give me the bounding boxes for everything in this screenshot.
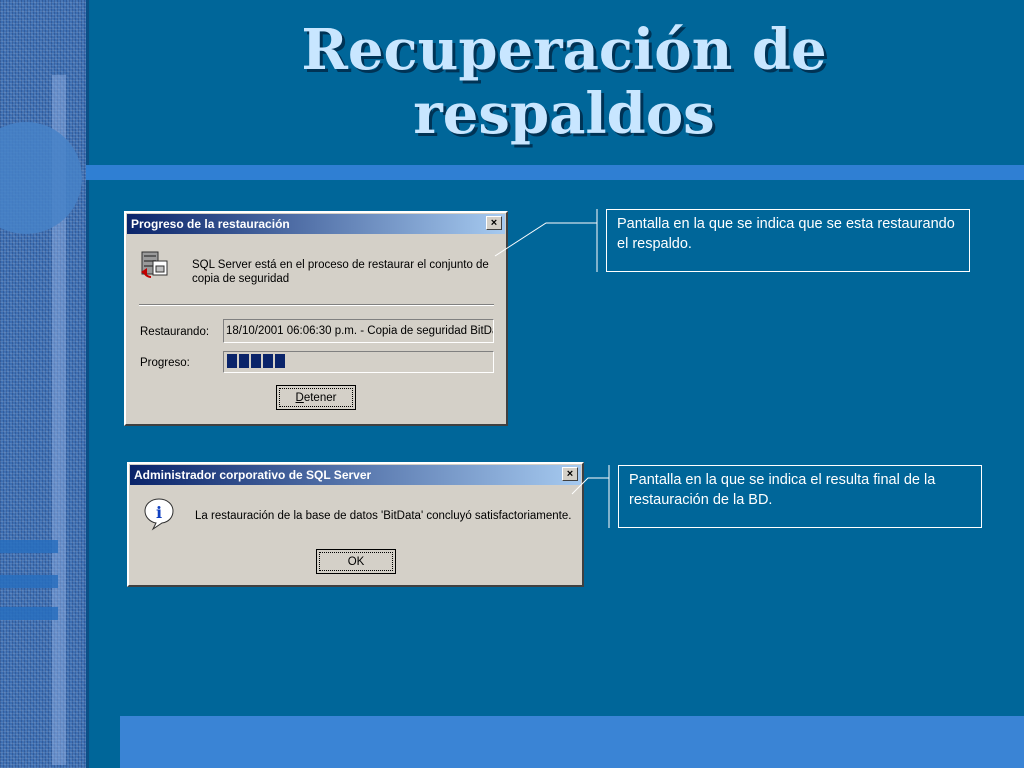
side-decoration-bar [0, 575, 58, 588]
restore-progress-bar [223, 351, 494, 373]
ok-button[interactable]: OK [316, 549, 396, 574]
side-decoration-band [0, 0, 86, 768]
callout-result: Pantalla en la que se indica el resulta … [618, 465, 982, 528]
title-underline-bar [86, 165, 1024, 180]
restore-progress-titlebar[interactable]: Progreso de la restauración × [127, 214, 505, 234]
restore-result-dialog: Administrador corporativo de SQL Server … [127, 462, 584, 587]
close-button[interactable]: × [486, 216, 502, 230]
restore-progress-message: SQL Server está en el proceso de restaur… [192, 259, 489, 285]
progress-label: Progreso: [140, 357, 190, 369]
restore-result-title: Administrador corporativo de SQL Server [134, 468, 372, 482]
dialog-separator [139, 304, 494, 306]
restore-result-titlebar[interactable]: Administrador corporativo de SQL Server … [130, 465, 581, 485]
progress-segment [251, 354, 261, 368]
info-glyph: i [156, 503, 162, 522]
stop-button[interactable]: Detener [276, 385, 356, 410]
footer-bar [120, 716, 1024, 768]
restoring-label: Restaurando: [140, 326, 210, 338]
side-decoration-edge [86, 0, 89, 768]
server-restore-icon [139, 246, 171, 285]
stop-button-focus: Detener [279, 388, 353, 407]
info-balloon-icon: i [143, 497, 175, 536]
restoring-value-field: 18/10/2001 06:06:30 p.m. - Copia de segu… [223, 319, 494, 343]
progress-segment [263, 354, 273, 368]
progress-segment [239, 354, 249, 368]
restoring-value: 18/10/2001 06:06:30 p.m. - Copia de segu… [226, 325, 494, 337]
restore-progress-dialog: Progreso de la restauración × SQL Server… [124, 211, 508, 426]
slide-title: Recuperación de respaldos [301, 17, 827, 147]
side-decoration-bar [0, 540, 58, 553]
callout-progress: Pantalla en la que se indica que se esta… [606, 209, 970, 272]
close-button[interactable]: × [562, 467, 578, 481]
restore-progress-title: Progreso de la restauración [131, 217, 290, 231]
side-decoration-bar [0, 607, 58, 620]
ok-button-label: OK [347, 555, 365, 568]
ok-button-focus: OK [319, 552, 393, 571]
stop-button-mnemonic: D [295, 391, 304, 404]
progress-segment [227, 354, 237, 368]
progress-segment [275, 354, 285, 368]
stop-button-label: etener [303, 391, 337, 404]
restore-result-message: La restauración de la base de datos 'Bit… [195, 510, 572, 522]
